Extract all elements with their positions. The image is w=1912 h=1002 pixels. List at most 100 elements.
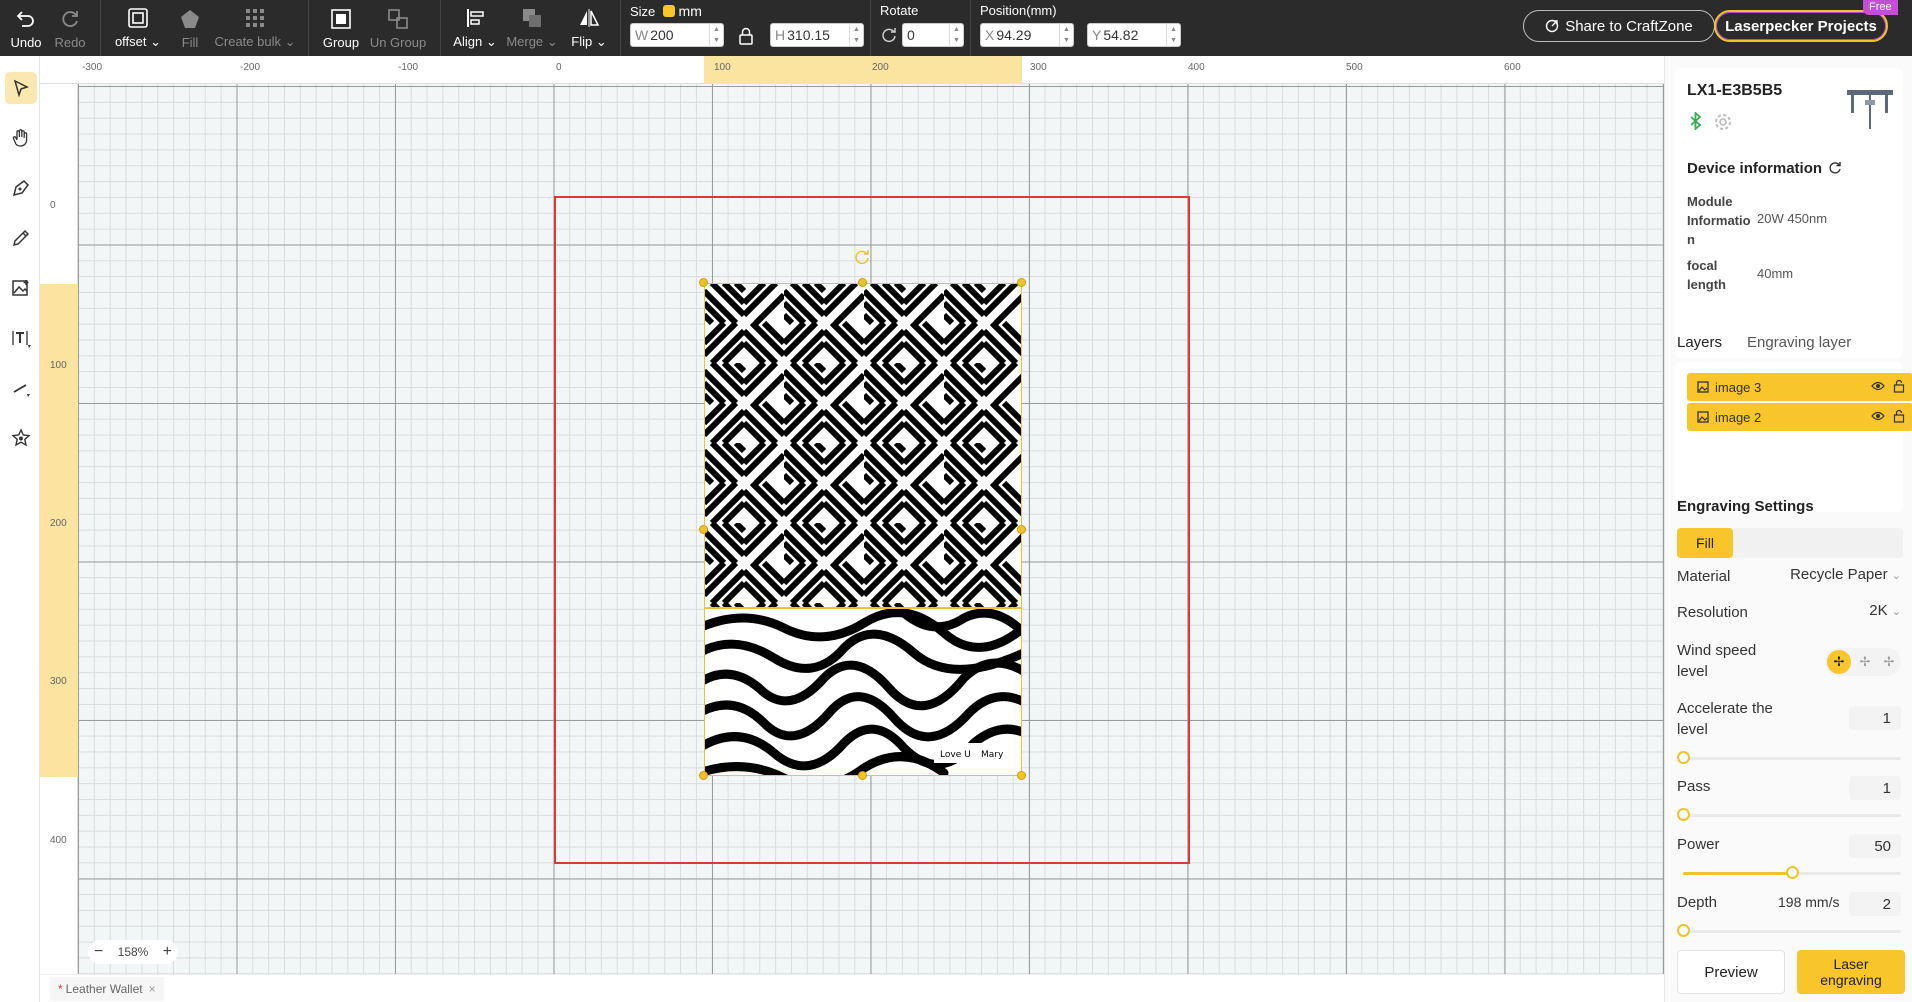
tab-engraving-layer[interactable]: Engraving layer bbox=[1747, 334, 1851, 351]
resize-handle-b[interactable] bbox=[858, 771, 867, 780]
group-button[interactable]: Group bbox=[320, 4, 362, 52]
grid-icon bbox=[243, 6, 267, 30]
pass-slider-knob[interactable] bbox=[1677, 808, 1690, 821]
zoom-level: 158% bbox=[117, 945, 149, 959]
align-button[interactable]: Align ⌄ bbox=[452, 4, 498, 52]
zoom-control: − 158% + bbox=[88, 940, 178, 964]
depth-input[interactable]: 2 bbox=[1849, 892, 1901, 916]
y-stepper[interactable]: ▲ ▼ bbox=[1166, 24, 1180, 46]
ruler-tick: 100 bbox=[50, 360, 67, 371]
ruler-tick: 500 bbox=[1346, 62, 1363, 73]
ruler-tick: 200 bbox=[872, 62, 889, 73]
fill-button[interactable]: Fill bbox=[170, 4, 210, 52]
pointer-icon bbox=[13, 79, 29, 97]
ruler-tick: 300 bbox=[1030, 62, 1047, 73]
resize-handle-r[interactable] bbox=[1017, 525, 1026, 534]
refresh-icon[interactable] bbox=[1828, 161, 1842, 179]
resize-handle-tl[interactable] bbox=[699, 278, 708, 287]
depth-slider-knob[interactable] bbox=[1677, 924, 1690, 937]
width-field[interactable]: W 200 ▲ ▼ bbox=[630, 23, 724, 47]
zoom-in-icon[interactable]: + bbox=[163, 943, 172, 961]
ungroup-label: Un Group bbox=[369, 34, 427, 50]
resize-handle-l[interactable] bbox=[699, 525, 708, 534]
unit-toggle-icon[interactable] bbox=[662, 5, 675, 17]
pencil-tool[interactable] bbox=[5, 222, 37, 254]
undo-button[interactable]: Undo bbox=[8, 4, 44, 52]
x-field[interactable]: X 94.29 ▲ ▼ bbox=[980, 23, 1074, 47]
zoom-out-icon[interactable]: − bbox=[94, 943, 103, 961]
document-tab[interactable]: * Leather Wallet × bbox=[50, 977, 164, 1001]
ungroup-icon bbox=[386, 7, 410, 31]
tab-layers[interactable]: Layers bbox=[1677, 334, 1722, 351]
laserpecker-projects-button[interactable]: Laserpecker Projects bbox=[1714, 10, 1888, 42]
power-label: Power bbox=[1677, 836, 1720, 853]
close-tab-icon[interactable]: × bbox=[149, 982, 156, 996]
layer-item[interactable]: image 3 bbox=[1687, 373, 1912, 401]
image-add-icon bbox=[12, 280, 29, 296]
resolution-select[interactable]: 2K ⌄ bbox=[1821, 602, 1901, 619]
visibility-eye-icon[interactable] bbox=[1871, 380, 1885, 395]
merge-button[interactable]: Merge ⌄ bbox=[506, 4, 558, 52]
fan-medium-icon[interactable]: ✢ bbox=[1853, 650, 1877, 674]
resize-handle-tr[interactable] bbox=[1017, 278, 1026, 287]
projects-label: Laserpecker Projects bbox=[1725, 17, 1877, 35]
accelerate-slider[interactable] bbox=[1683, 757, 1901, 760]
pan-tool[interactable] bbox=[5, 122, 37, 154]
visibility-eye-icon[interactable] bbox=[1871, 410, 1885, 425]
module-info-value: 20W 450nm bbox=[1757, 211, 1828, 226]
device-settings-icon[interactable] bbox=[1713, 112, 1733, 137]
device-image-icon bbox=[1845, 86, 1895, 135]
material-select[interactable]: Recycle Paper ⌄ bbox=[1781, 566, 1901, 583]
redo-button[interactable]: Redo bbox=[52, 4, 88, 52]
create-bulk-button[interactable]: Create bulk ⌄ bbox=[215, 4, 296, 52]
power-input[interactable]: 50 bbox=[1849, 834, 1901, 858]
share-craftzone-button[interactable]: Share to CraftZone bbox=[1523, 10, 1715, 42]
pass-slider[interactable] bbox=[1683, 814, 1901, 817]
fan-low-icon[interactable]: ✢ bbox=[1877, 650, 1901, 674]
x-stepper[interactable]: ▲ ▼ bbox=[1059, 24, 1073, 46]
accelerate-input[interactable]: 1 bbox=[1849, 706, 1901, 730]
select-tool[interactable] bbox=[5, 72, 37, 104]
resize-handle-bl[interactable] bbox=[699, 771, 708, 780]
text-tool[interactable] bbox=[5, 322, 37, 354]
mode-fill-button[interactable]: Fill bbox=[1677, 528, 1733, 558]
shape-tool[interactable] bbox=[5, 422, 37, 454]
layer-name: image 3 bbox=[1715, 379, 1762, 395]
ruler-selection-highlight bbox=[704, 56, 1022, 84]
ungroup-button[interactable]: Un Group bbox=[368, 4, 428, 52]
y-field[interactable]: Y 54.82 ▲ ▼ bbox=[1087, 23, 1181, 47]
height-stepper[interactable]: ▲ ▼ bbox=[849, 24, 863, 46]
toolbar-divider bbox=[440, 0, 441, 56]
material-value: Recycle Paper bbox=[1790, 566, 1888, 583]
pass-input[interactable]: 1 bbox=[1849, 776, 1901, 800]
width-stepper[interactable]: ▲ ▼ bbox=[709, 24, 723, 46]
fan-high-icon[interactable]: ✢ bbox=[1827, 650, 1851, 674]
flip-button[interactable]: Flip ⌄ bbox=[566, 4, 612, 52]
device-card: LX1-E3B5B5 Device information Module Inf… bbox=[1675, 68, 1903, 358]
power-slider-knob[interactable] bbox=[1786, 866, 1799, 879]
height-field[interactable]: H 310.15 ▲ ▼ bbox=[770, 23, 864, 47]
offset-label: offset bbox=[114, 34, 147, 49]
resize-handle-t[interactable] bbox=[858, 278, 867, 287]
offset-button[interactable]: offset ⌄ bbox=[112, 4, 164, 52]
lock-icon[interactable] bbox=[1893, 379, 1905, 396]
resolution-label: Resolution bbox=[1677, 604, 1748, 621]
lock-ratio-icon[interactable] bbox=[738, 27, 754, 45]
accelerate-slider-knob[interactable] bbox=[1677, 751, 1690, 764]
preview-button[interactable]: Preview bbox=[1677, 950, 1785, 994]
image-tool[interactable] bbox=[5, 272, 37, 304]
depth-slider[interactable] bbox=[1683, 930, 1901, 933]
layer-item[interactable]: image 2 bbox=[1687, 403, 1912, 431]
lock-icon[interactable] bbox=[1893, 409, 1905, 426]
selected-artwork[interactable]: Love U Mary bbox=[704, 283, 1022, 776]
line-tool[interactable] bbox=[5, 372, 37, 404]
rotate-field[interactable]: 0 ▲ ▼ bbox=[902, 23, 964, 47]
offset-icon bbox=[126, 6, 150, 30]
top-toolbar: Undo Redo offset ⌄ Fill Create bulk ⌄ Gr… bbox=[0, 0, 1912, 56]
pen-tool[interactable] bbox=[5, 172, 37, 204]
rotate-stepper[interactable]: ▲ ▼ bbox=[949, 24, 963, 46]
rotate-value: 0 bbox=[907, 27, 915, 43]
resize-handle-br[interactable] bbox=[1017, 771, 1026, 780]
laser-engraving-button[interactable]: Laser engraving bbox=[1797, 950, 1905, 994]
rotate-handle-icon[interactable] bbox=[854, 249, 870, 265]
